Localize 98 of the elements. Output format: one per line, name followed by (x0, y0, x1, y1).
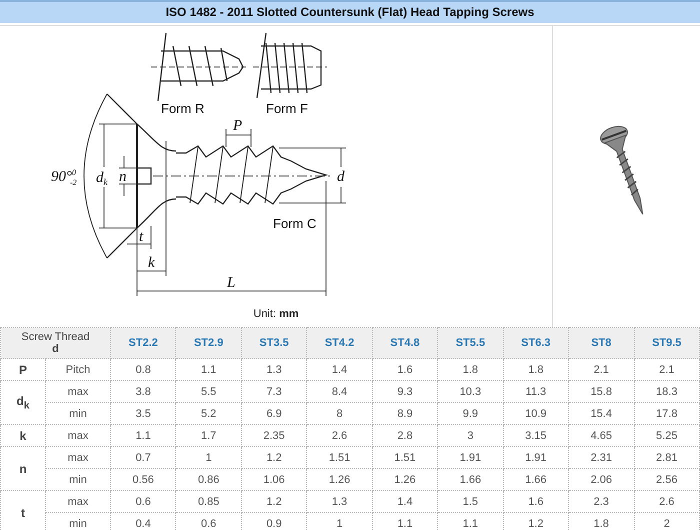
table-cell: 3.15 (503, 424, 569, 446)
symbol-cell: d$_{k}$ (0, 380, 46, 424)
row-label: min (46, 402, 110, 424)
table-cell: 0.56 (110, 468, 176, 490)
table-cell: 10.3 (438, 380, 504, 402)
dimension-label: d (337, 169, 344, 185)
table-cell: 2.6 (634, 490, 700, 512)
table-cell: 3.5 (110, 402, 176, 424)
table-cell: 2.1 (568, 358, 634, 380)
table-cell: 5.2 (176, 402, 242, 424)
table-cell: 4.65 (568, 424, 634, 446)
table-cell: 1.91 (503, 446, 569, 468)
table-cell: 1.2 (241, 490, 307, 512)
table-cell: 1.1 (176, 358, 242, 380)
table-cell: 3 (438, 424, 504, 446)
symbol-cell: k (0, 424, 46, 446)
dimension-label: k (148, 255, 155, 271)
table-cell: 1.5 (438, 490, 504, 512)
table-cell: 1.8 (438, 358, 504, 380)
table-cell: 1.4 (372, 490, 438, 512)
table-cell: 7.3 (241, 380, 307, 402)
table-cell: 1.6 (503, 490, 569, 512)
table-cell: 2.31 (568, 446, 634, 468)
table-cell: 1.8 (503, 358, 569, 380)
column-header: ST8 (568, 328, 634, 358)
table-cell: 1.91 (438, 446, 504, 468)
column-header: ST2.9 (176, 328, 242, 358)
row-label: max (46, 446, 110, 468)
table-cell: 1.66 (503, 468, 569, 490)
row-label: max (46, 380, 110, 402)
table-title: ISO 1482 - 2011 Slotted Countersunk (Flat) Head Tapping Screws (0, 0, 700, 23)
table-cell: 2.3 (568, 490, 634, 512)
table-cell: 1.51 (306, 446, 372, 468)
table-cell: 1.26 (306, 468, 372, 490)
row-label: min (46, 468, 110, 490)
table-cell: 0.7 (110, 446, 176, 468)
column-header: ST5.5 (438, 328, 504, 358)
dimension-label: d$_{k}$ (96, 170, 108, 187)
table-cell: 2.06 (568, 468, 634, 490)
table-cell: 1.66 (438, 468, 504, 490)
table-cell: 0.85 (176, 490, 242, 512)
row-label: Pitch (46, 358, 110, 380)
header-symbol: d (51, 343, 60, 355)
table-cell: 2.6 (306, 424, 372, 446)
symbol-cell: P (0, 358, 46, 380)
table-cell: 2.1 (634, 358, 700, 380)
form-label: Form R (161, 101, 204, 116)
table-cell: 2.81 (634, 446, 700, 468)
dimension-label: n (119, 169, 126, 185)
table-cell: 1.06 (241, 468, 307, 490)
row-label: max (46, 490, 110, 512)
table-cell: 1.4 (306, 358, 372, 380)
table-cell: 6.9 (241, 402, 307, 424)
table-cell: 9.3 (372, 380, 438, 402)
table-cell: 0.86 (176, 468, 242, 490)
table-cell: 1.2 (241, 446, 307, 468)
table-cell: 5.5 (176, 380, 242, 402)
table-cell: 1.51 (372, 446, 438, 468)
table-cell: 8.9 (372, 402, 438, 424)
table-cell: 1.3 (241, 358, 307, 380)
dimension-label: L (227, 275, 236, 291)
row-label: max (46, 424, 110, 446)
column-header: ST4.8 (372, 328, 438, 358)
dimension-label: t (139, 229, 144, 245)
table-cell: 1.6 (372, 358, 438, 380)
table-cell: 1.3 (306, 490, 372, 512)
table-cell: 18.3 (634, 380, 700, 402)
table-cell: 11.3 (503, 380, 569, 402)
form-label: Form C (273, 216, 316, 231)
table-cell: 2.8 (372, 424, 438, 446)
symbol-cell: t (0, 490, 46, 530)
header-label: Screw Thread (20, 331, 91, 343)
column-header: ST4.2 (306, 328, 372, 358)
form-label: Form F (266, 101, 308, 116)
table-cell: 15.8 (568, 380, 634, 402)
table-cell: 1 (176, 446, 242, 468)
table-cell: 3.8 (110, 380, 176, 402)
table-cell: 0.8 (110, 358, 176, 380)
table-cell: 0.6 (110, 490, 176, 512)
table-cell: 1.7 (176, 424, 242, 446)
table-cell: 17.8 (634, 402, 700, 424)
column-header: ST9.5 (634, 328, 700, 358)
table-cell: 10.9 (503, 402, 569, 424)
table-cell: 1.26 (372, 468, 438, 490)
table-cell: 8 (306, 402, 372, 424)
column-header: ST6.3 (503, 328, 569, 358)
table-cell: 15.4 (568, 402, 634, 424)
table-cell: 2.56 (634, 468, 700, 490)
symbol-cell: n (0, 446, 46, 490)
dimension-label: P (233, 118, 242, 134)
table-cell: 2.35 (241, 424, 307, 446)
table-cell: 9.9 (438, 402, 504, 424)
table-cell: 5.25 (634, 424, 700, 446)
column-header: ST3.5 (241, 328, 307, 358)
table-cell: 1.1 (110, 424, 176, 446)
table-cell: 8.4 (306, 380, 372, 402)
column-header: ST2.2 (110, 328, 176, 358)
unit-label: Unit: mm (253, 308, 299, 320)
